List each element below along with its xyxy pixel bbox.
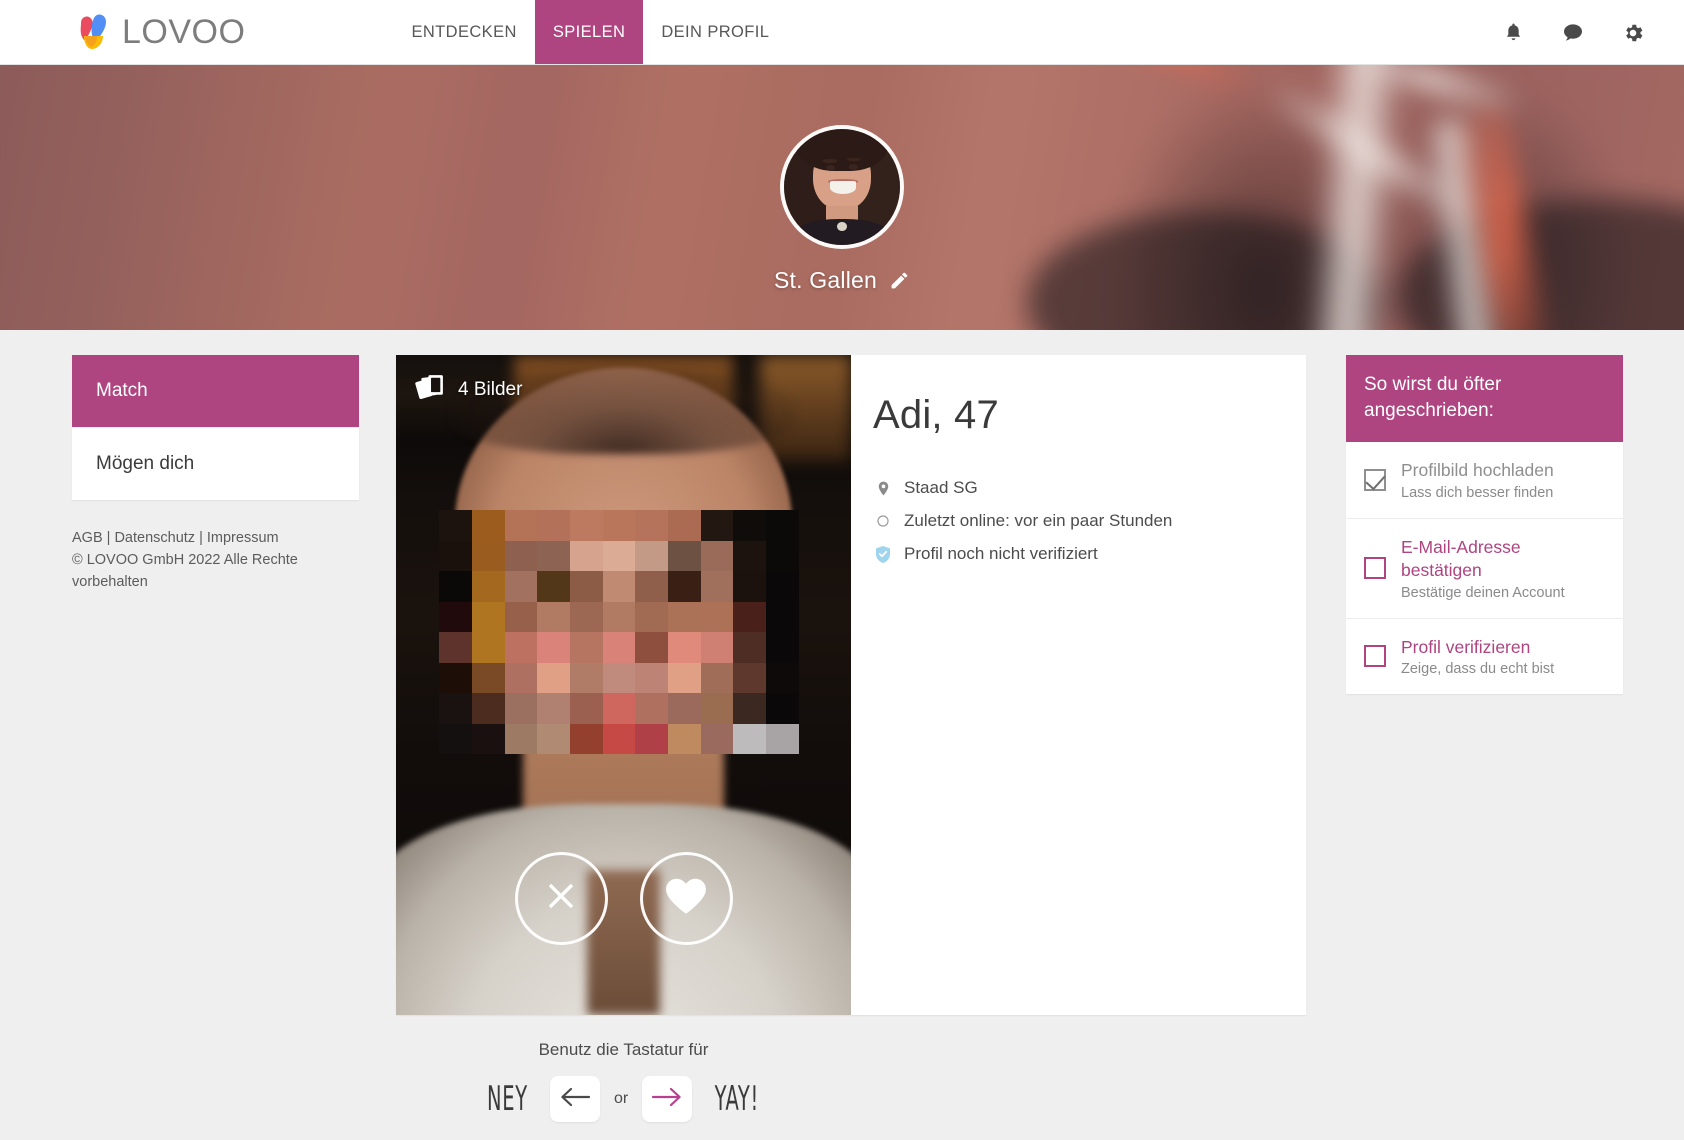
settings-gear-icon[interactable]	[1620, 20, 1646, 46]
arrow-right-key[interactable]	[642, 1076, 693, 1122]
checklist-item-title: Profilbild hochladen	[1401, 460, 1554, 481]
photo-count-badge[interactable]: 4 Bilder	[415, 373, 522, 406]
profile-detail-lastonline: Zuletzt online: vor ein paar Stunden	[873, 511, 1306, 531]
legal-link-impressum[interactable]: Impressum	[207, 530, 279, 546]
legal-separator-1: |	[102, 530, 115, 546]
main-content: Match Mögen dich AGB | Datenschutz | Imp…	[0, 330, 1684, 1122]
checkbox-unchecked-icon[interactable]	[1364, 557, 1386, 580]
lovoo-logo[interactable]: LOVOO	[0, 0, 245, 64]
checkbox-unchecked-icon[interactable]	[1364, 645, 1386, 668]
nav-item-spielen[interactable]: SPIELEN	[534, 0, 644, 64]
pencil-edit-icon[interactable]	[889, 270, 910, 291]
arrow-left-key[interactable]	[549, 1076, 600, 1122]
profile-name-age: Adi, 47	[873, 393, 999, 437]
top-navigation-bar: LOVOO ENTDECKEN SPIELEN DEIN PROFIL	[0, 0, 1684, 65]
legal-separator-2: |	[195, 530, 207, 546]
nav-item-entdecken[interactable]: ENTDECKEN	[393, 0, 534, 64]
like-button[interactable]	[639, 852, 733, 945]
checklist-item-title: E-Mail-Adresse bestätigen	[1401, 537, 1521, 580]
legal-link-datenschutz[interactable]: Datenschutz	[114, 530, 195, 546]
legal-links-row: AGB | Datenschutz | Impressum	[72, 528, 359, 550]
heart-icon	[664, 876, 708, 921]
left-sidebar: Match Mögen dich AGB | Datenschutz | Imp…	[72, 355, 359, 593]
match-card: 4 Bilder Adi, 47 Staad SG Zuletzt online…	[396, 355, 1306, 1015]
lovoo-wordmark: LOVOO	[122, 12, 246, 51]
right-sidebar: So wirst du öfter angeschrieben: Profilb…	[1346, 355, 1623, 695]
legal-link-agb[interactable]: AGB	[72, 530, 103, 546]
profile-completion-checklist: So wirst du öfter angeschrieben: Profilb…	[1346, 355, 1623, 695]
keyboard-hint-ney-label: NEY	[487, 1079, 529, 1119]
main-nav-items: ENTDECKEN SPIELEN DEIN PROFIL	[393, 0, 787, 64]
notifications-bell-icon[interactable]	[1500, 20, 1526, 46]
checklist-item-subtitle: Lass dich besser finden	[1401, 485, 1554, 502]
keyboard-hint-yay-label: YAY!	[714, 1079, 760, 1119]
checklist-item-subtitle: Bestätige deinen Account	[1401, 584, 1565, 601]
arrow-left-icon	[559, 1086, 591, 1113]
profile-detail-list: Staad SG Zuletzt online: vor ein paar St…	[873, 478, 1306, 564]
sidebar-item-match[interactable]: Match	[72, 355, 359, 427]
checklist-item-title: Profil verifizieren	[1401, 636, 1531, 657]
nav-item-dein-profil[interactable]: DEIN PROFIL	[643, 0, 787, 64]
keyboard-hint: Benutz die Tastatur für NEY or YAY!	[396, 1040, 851, 1122]
profile-lastonline-text: Zuletzt online: vor ein paar Stunden	[904, 511, 1173, 530]
profile-verification-text: Profil noch nicht verifiziert	[904, 544, 1098, 563]
photo-count-label: 4 Bilder	[458, 378, 523, 400]
hero-profile-block: St. Gallen	[0, 125, 1684, 294]
profile-detail-location: Staad SG	[873, 478, 1306, 498]
checklist-title: So wirst du öfter angeschrieben:	[1346, 355, 1623, 443]
match-card-column: 4 Bilder Adi, 47 Staad SG Zuletzt online…	[396, 355, 1306, 1122]
arrow-right-icon	[651, 1086, 683, 1113]
sidebar-menu: Match Mögen dich	[72, 355, 359, 500]
keyboard-hint-or-label: or	[613, 1090, 629, 1107]
checklist-item-profile-photo[interactable]: Profilbild hochladen Lass dich besser fi…	[1346, 442, 1623, 518]
avatar[interactable]	[780, 125, 904, 249]
hero-location-label: St. Gallen	[774, 267, 877, 293]
photo-stack-icon	[415, 373, 446, 406]
shield-check-icon	[873, 545, 893, 564]
lovoo-logo-icon	[72, 11, 116, 53]
close-x-icon	[541, 876, 581, 921]
checklist-item-subtitle: Zeige, dass du echt bist	[1401, 661, 1555, 678]
nav-icon-group	[1500, 0, 1646, 65]
profile-photo[interactable]: 4 Bilder	[396, 355, 851, 1015]
profile-location-text: Staad SG	[904, 478, 978, 497]
profile-info-panel: Adi, 47 Staad SG Zuletzt online: vor ein…	[851, 355, 1306, 1015]
checklist-item-email-confirm[interactable]: E-Mail-Adresse bestätigen Bestätige dein…	[1346, 518, 1623, 618]
sidebar-item-moegen-dich[interactable]: Mögen dich	[72, 427, 359, 500]
legal-footer: AGB | Datenschutz | Impressum © LOVOO Gm…	[72, 528, 359, 593]
match-action-buttons	[514, 852, 733, 945]
chat-bubble-icon[interactable]	[1560, 20, 1586, 46]
profile-detail-verification: Profil noch nicht verifiziert	[873, 544, 1306, 564]
checklist-item-verify-profile[interactable]: Profil verifizieren Zeige, dass du echt …	[1346, 617, 1623, 695]
checkbox-checked-icon[interactable]	[1364, 469, 1386, 492]
location-pin-icon	[873, 480, 893, 497]
keyboard-hint-row: NEY or YAY!	[479, 1076, 768, 1122]
dislike-button[interactable]	[514, 852, 608, 945]
pixelated-face-overlay	[439, 510, 799, 755]
hero-location-row: St. Gallen	[774, 267, 910, 294]
profile-hero-banner: St. Gallen	[0, 65, 1684, 330]
clock-circle-icon	[873, 514, 893, 528]
copyright-text: © LOVOO GmbH 2022 Alle Rechte vorbehalte…	[72, 551, 298, 590]
keyboard-hint-label: Benutz die Tastatur für	[538, 1040, 709, 1059]
